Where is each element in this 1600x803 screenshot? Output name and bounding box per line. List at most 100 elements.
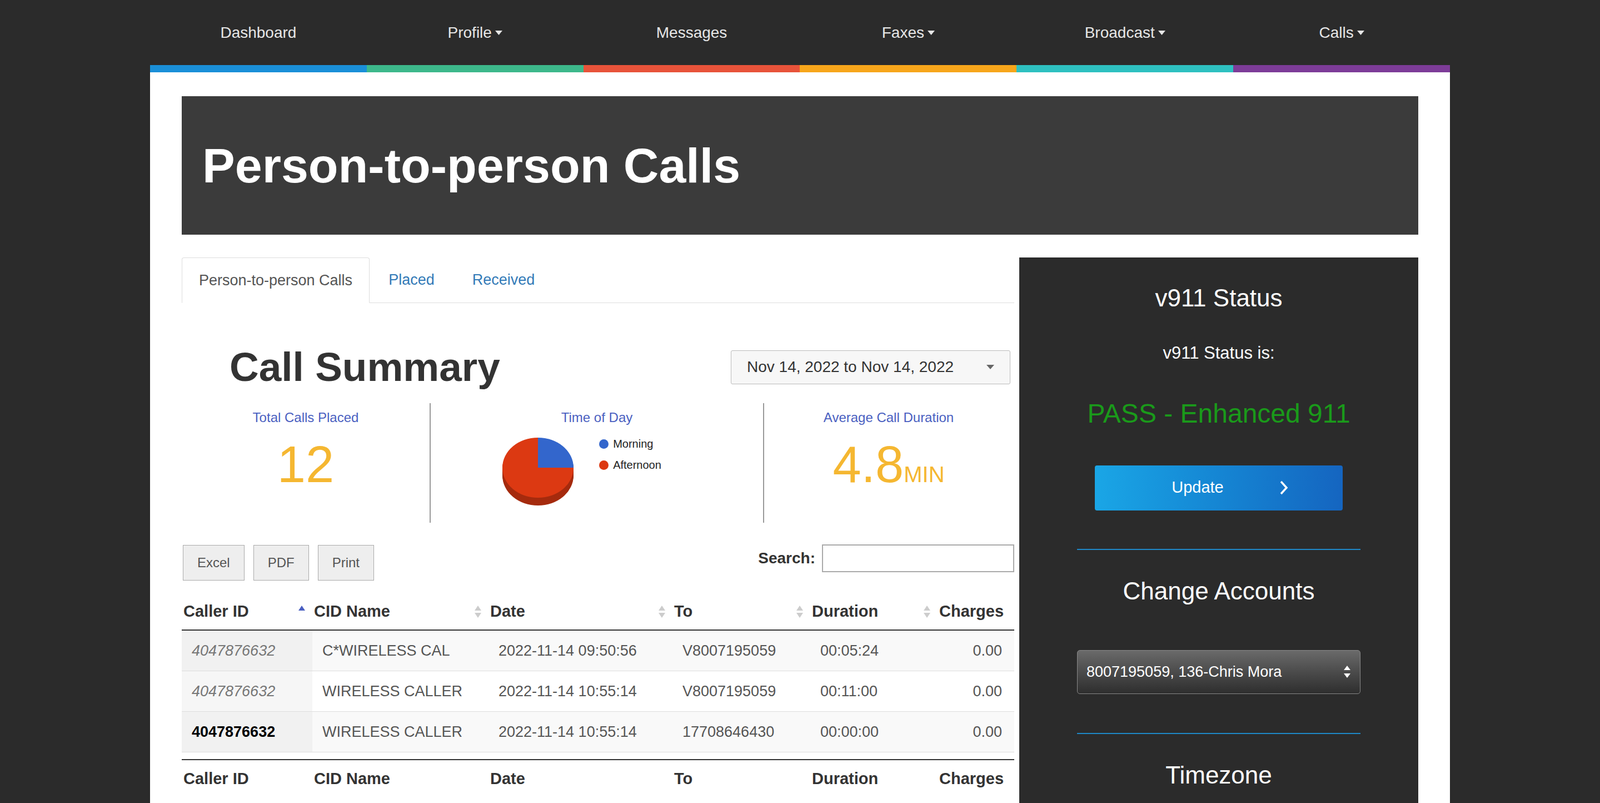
nav-item[interactable]: Broadcast <box>1016 21 1234 45</box>
table-cell: 2022-11-14 10:55:14 <box>488 711 673 752</box>
stat-unit: MIN <box>903 462 945 486</box>
color-bar-segment <box>799 65 1017 73</box>
color-bar-segment <box>1233 65 1450 73</box>
column-label: Date <box>490 599 526 624</box>
column-header[interactable]: Charges <box>937 599 1014 624</box>
column-header[interactable]: Caller ID <box>181 599 313 624</box>
nav-label: Calls <box>1318 21 1354 45</box>
table-cell: C*WIRELESS CAL <box>312 630 489 671</box>
timezone-title: Timezone <box>1165 756 1273 794</box>
column-label: Caller ID <box>183 599 249 624</box>
content-card: Person-to-person CallsPerson-to-person C… <box>150 72 1450 803</box>
tab-label: Person-to-person Calls <box>198 268 353 292</box>
nav-label: Profile <box>447 21 492 45</box>
table-cell: 00:05:24 <box>810 630 938 671</box>
table-cell: 4047876632 <box>181 670 313 711</box>
select-arrows-icon <box>1343 664 1352 679</box>
update-button[interactable]: Update <box>1094 465 1343 511</box>
legend-dot <box>599 439 609 449</box>
main-column: Person-to-person Calls Placed Received Call… <box>181 257 1015 803</box>
table-cell: 0.00 <box>937 670 1014 711</box>
columns: Person-to-person Calls Placed Received Call… <box>181 257 1419 803</box>
table-cell: 17708646430 <box>672 711 811 752</box>
table-cell: V8007195059 <box>672 630 811 671</box>
legend-item: Afternoon <box>599 456 662 473</box>
table-row[interactable]: 4047876632WIRELESS CALLER2022-11-14 10:5… <box>181 711 1015 752</box>
table-cell: 2022-11-14 09:50:56 <box>488 630 673 671</box>
tab[interactable]: Person-to-person Calls <box>181 257 370 303</box>
export-button[interactable]: Print <box>317 544 375 581</box>
sort-arrows-icon <box>297 604 306 619</box>
table-cell: 00:00:00 <box>810 711 938 752</box>
column-header[interactable]: CID Name <box>312 599 489 624</box>
accounts-title: Change Accounts <box>1123 572 1315 610</box>
table-footer: Caller IDCID NameDateToDurationCharges <box>181 758 1015 798</box>
summary-title: Call Summary <box>229 336 501 398</box>
export-buttons: ExcelPDFPrint <box>181 544 375 581</box>
tab-label: Received <box>472 268 536 292</box>
column-header[interactable]: Duration <box>810 599 938 624</box>
table-header: Caller ID CID Name Date To Duration Charges <box>181 592 1015 631</box>
banner: Person-to-person Calls <box>181 96 1419 235</box>
search-input[interactable] <box>821 544 1015 572</box>
table-cell: 2022-11-14 10:55:14 <box>488 670 673 711</box>
nav-label: Messages <box>656 21 728 45</box>
footer-label: Caller ID <box>181 766 313 791</box>
export-button[interactable]: PDF <box>253 544 309 581</box>
stat-total: Total Calls Placed12 <box>181 402 431 523</box>
nav-label: Broadcast <box>1084 21 1155 45</box>
stat-label: Total Calls Placed <box>252 407 360 428</box>
nav-item[interactable]: Messages <box>583 21 801 45</box>
footer-label: To <box>672 766 811 791</box>
caret-down-icon <box>495 30 503 36</box>
table-tools: ExcelPDFPrintSearch: <box>181 544 1015 581</box>
date-range: Nov 14, 2022 to Nov 14, 2022 <box>746 355 954 379</box>
column-label: Duration <box>811 599 879 624</box>
account-select[interactable]: 8007195059, 136-Chris Mora <box>1077 649 1361 694</box>
tab[interactable]: Placed <box>369 256 454 303</box>
status-label: v911 Status is: <box>1162 340 1275 367</box>
tab-bar: Person-to-person Calls Placed Received <box>181 257 1015 303</box>
color-bar <box>150 65 1450 73</box>
column-header[interactable]: Date <box>488 599 673 624</box>
caret-down-icon <box>1357 30 1365 36</box>
stats-row: Total Calls Placed12Time of DayMorningAf… <box>181 402 1015 523</box>
tab[interactable]: Received <box>453 256 555 303</box>
sort-arrows-icon <box>795 604 804 619</box>
side-panel: v911 Status v911 Status is: PASS - Enhance… <box>1019 257 1419 803</box>
nav-item[interactable]: Calls <box>1233 21 1450 45</box>
summary-header: Call SummaryNov 14, 2022 to Nov 14, 2022 <box>181 344 1015 390</box>
column-header[interactable]: To <box>672 599 811 624</box>
pie-chart-graphic <box>499 435 577 513</box>
nav-item[interactable]: Profile <box>366 21 584 45</box>
legend-dot <box>599 460 609 470</box>
table-row[interactable]: 4047876632WIRELESS CALLER2022-11-14 10:5… <box>181 670 1015 712</box>
date-range-picker[interactable]: Nov 14, 2022 to Nov 14, 2022 <box>730 350 1011 385</box>
table-cell: 4047876632 <box>181 711 313 752</box>
nav-item[interactable]: Dashboard <box>150 21 367 45</box>
legend-label: Morning <box>612 435 654 452</box>
tab-label: Placed <box>388 268 435 292</box>
footer-label: CID Name <box>312 766 489 791</box>
account-value: 8007195059, 136-Chris Mora <box>1086 660 1282 684</box>
column-label: CID Name <box>313 599 391 624</box>
table-row[interactable]: 4047876632C*WIRELESS CAL2022-11-14 09:50… <box>181 630 1015 671</box>
pie-chart: Morning Afternoon <box>499 435 695 513</box>
banner-title: Person-to-person Calls <box>202 128 741 203</box>
caret-down-icon <box>986 364 995 370</box>
column-label: Charges <box>939 599 1004 624</box>
status-value: PASS - Enhanced 911 <box>1087 393 1350 434</box>
stat-time-of-day: Time of DayMorningAfternoon <box>430 402 765 523</box>
divider <box>1077 548 1361 550</box>
column-label: To <box>674 599 693 624</box>
sort-arrows-icon <box>658 604 666 619</box>
color-bar-segment <box>583 65 801 73</box>
status-title: v911 Status <box>1154 279 1283 317</box>
stat-average: Average Call Duration4.8MIN <box>764 402 1014 523</box>
color-bar-segment <box>366 65 584 73</box>
nav-item[interactable]: Faxes <box>799 21 1017 45</box>
color-bar-segment <box>1016 65 1234 73</box>
export-button[interactable]: Excel <box>182 544 245 581</box>
table-cell: 0.00 <box>937 711 1014 752</box>
nav-label: Faxes <box>881 21 925 45</box>
